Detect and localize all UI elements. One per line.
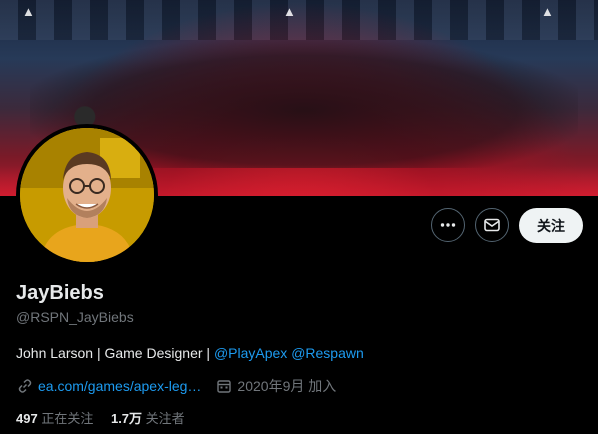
followers-link[interactable]: 1.7万 关注者	[111, 411, 185, 426]
followers-count: 1.7万	[110, 411, 143, 426]
apex-logo: ▲	[541, 4, 554, 19]
more-button[interactable]	[431, 208, 465, 242]
website-link[interactable]: ea.com/games/apex-leg…	[38, 378, 201, 394]
profile-meta: ea.com/games/apex-leg… 2020年9月 加入	[16, 376, 336, 396]
display-name: JayBiebs	[16, 282, 104, 304]
bio-text: John Larson | Game Designer |	[16, 345, 214, 361]
link-icon	[16, 377, 34, 395]
following-label: 正在关注	[41, 411, 94, 426]
user-handle: @RSPN_JayBiebs	[16, 309, 134, 325]
envelope-icon	[484, 218, 500, 232]
following-link[interactable]: 497 正在关注	[16, 411, 93, 426]
followers-label: 关注者	[145, 411, 185, 426]
calendar-icon	[215, 377, 233, 395]
profile-bio: John Larson | Game Designer | @PlayApex …	[16, 345, 364, 361]
joined-date: 2020年9月 加入	[237, 378, 337, 394]
follow-stats: 497 正在关注 1.7万 关注者	[16, 408, 185, 427]
following-count: 497	[16, 411, 38, 426]
follow-button[interactable]: 关注	[519, 208, 583, 243]
apex-logo: ▲	[22, 4, 35, 19]
avatar[interactable]	[16, 124, 158, 266]
message-button[interactable]	[475, 208, 509, 242]
bio-mention-respawn[interactable]: @Respawn	[291, 345, 364, 361]
apex-logo: ▲	[283, 4, 296, 19]
avatar-image	[20, 128, 154, 262]
more-icon	[440, 223, 456, 227]
bio-mention-playapex[interactable]: @PlayApex	[214, 345, 287, 361]
banner-stage-lights	[0, 0, 598, 40]
